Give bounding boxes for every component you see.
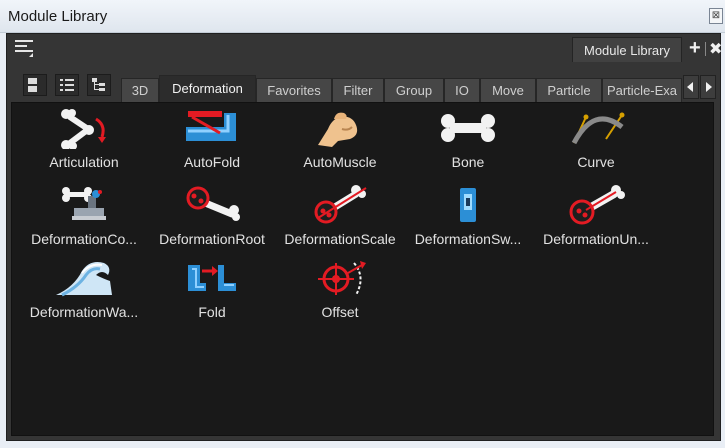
deformation-scale-icon — [314, 185, 367, 224]
module-label: DeformationSw... — [414, 231, 522, 247]
large-icons-view-icon — [28, 78, 37, 92]
arrow-right-icon — [706, 82, 712, 92]
module-label: DeformationUn... — [543, 231, 649, 247]
module-label: AutoFold — [183, 154, 241, 170]
module-label: Bone — [451, 154, 485, 170]
module-grid: Articulation AutoFold AutoMuscle Bone Cu… — [11, 102, 714, 436]
tab-particle[interactable]: Particle — [536, 78, 602, 102]
fold-icon — [188, 265, 236, 291]
large-icons-view-button[interactable] — [23, 74, 47, 96]
module-label: DeformationCo... — [31, 231, 137, 247]
deformation-root-icon — [186, 186, 240, 221]
tab-group[interactable]: Group — [384, 78, 444, 102]
module-library-panel: Module Library + ✖ 3D Deformation Favori… — [6, 33, 722, 441]
module-deformation-composite[interactable]: DeformationCo... — [22, 184, 146, 247]
arrow-left-icon — [687, 82, 693, 92]
tree-view-icon — [92, 78, 105, 91]
module-bone[interactable]: Bone — [406, 107, 530, 170]
module-articulation[interactable]: Articulation — [22, 107, 146, 170]
module-label: Fold — [198, 304, 226, 320]
module-label: Offset — [321, 304, 359, 320]
module-library-view-tab[interactable]: Module Library — [572, 37, 682, 62]
add-view-button[interactable]: + — [689, 38, 701, 58]
close-view-button[interactable]: ✖ — [709, 39, 722, 59]
window-close-button[interactable]: ⊠ — [709, 8, 723, 24]
tab-favorites[interactable]: Favorites — [256, 78, 332, 102]
tab-io[interactable]: IO — [444, 78, 480, 102]
deformation-switch-icon — [460, 188, 476, 222]
module-label: Curve — [577, 154, 615, 170]
module-offset[interactable]: Offset — [278, 257, 402, 320]
curve-icon — [571, 112, 625, 145]
tab-toolbar: 3D Deformation Favorites Filter Group IO… — [7, 70, 720, 103]
tab-deformation[interactable]: Deformation — [159, 75, 256, 103]
tree-view-button[interactable] — [87, 74, 111, 96]
module-autofold[interactable]: AutoFold — [150, 107, 274, 170]
tab-particle-exa[interactable]: Particle-Exa — [602, 78, 682, 102]
module-label: AutoMuscle — [303, 154, 377, 170]
window-titlebar: Module Library ⊠ — [0, 0, 725, 33]
deformation-composite-icon — [62, 187, 106, 220]
divider — [705, 42, 706, 56]
hamburger-menu-icon[interactable] — [15, 40, 33, 57]
articulation-icon — [61, 109, 106, 149]
tab-filter[interactable]: Filter — [332, 78, 384, 102]
list-view-button[interactable] — [55, 74, 79, 96]
module-label: Articulation — [49, 154, 119, 170]
module-curve[interactable]: Curve — [534, 107, 658, 170]
module-label: DeformationScale — [284, 231, 396, 247]
module-automuscle[interactable]: AutoMuscle — [278, 107, 402, 170]
list-view-icon — [60, 79, 74, 91]
bone-icon — [441, 114, 495, 142]
automuscle-icon — [318, 112, 358, 147]
module-label: DeformationWa... — [29, 304, 139, 320]
module-fold[interactable]: Fold — [150, 257, 274, 320]
deformation-uniform-icon — [569, 185, 625, 225]
tab-3d[interactable]: 3D — [121, 78, 159, 102]
deformation-wave-icon — [56, 262, 112, 297]
window-title: Module Library — [8, 8, 108, 25]
module-deformation-scale[interactable]: DeformationScale — [278, 184, 402, 247]
tab-move[interactable]: Move — [480, 78, 536, 102]
autofold-icon — [186, 111, 236, 141]
module-deformation-uniform[interactable]: DeformationUn... — [534, 184, 658, 247]
offset-icon — [318, 261, 366, 296]
module-deformation-wave[interactable]: DeformationWa... — [22, 257, 146, 320]
module-deformation-root[interactable]: DeformationRoot — [150, 184, 274, 247]
tab-scroll-right-button[interactable] — [700, 75, 716, 99]
module-deformation-switch[interactable]: DeformationSw... — [406, 184, 530, 247]
tab-scroll-left-button[interactable] — [683, 75, 699, 99]
module-label: DeformationRoot — [159, 231, 265, 247]
